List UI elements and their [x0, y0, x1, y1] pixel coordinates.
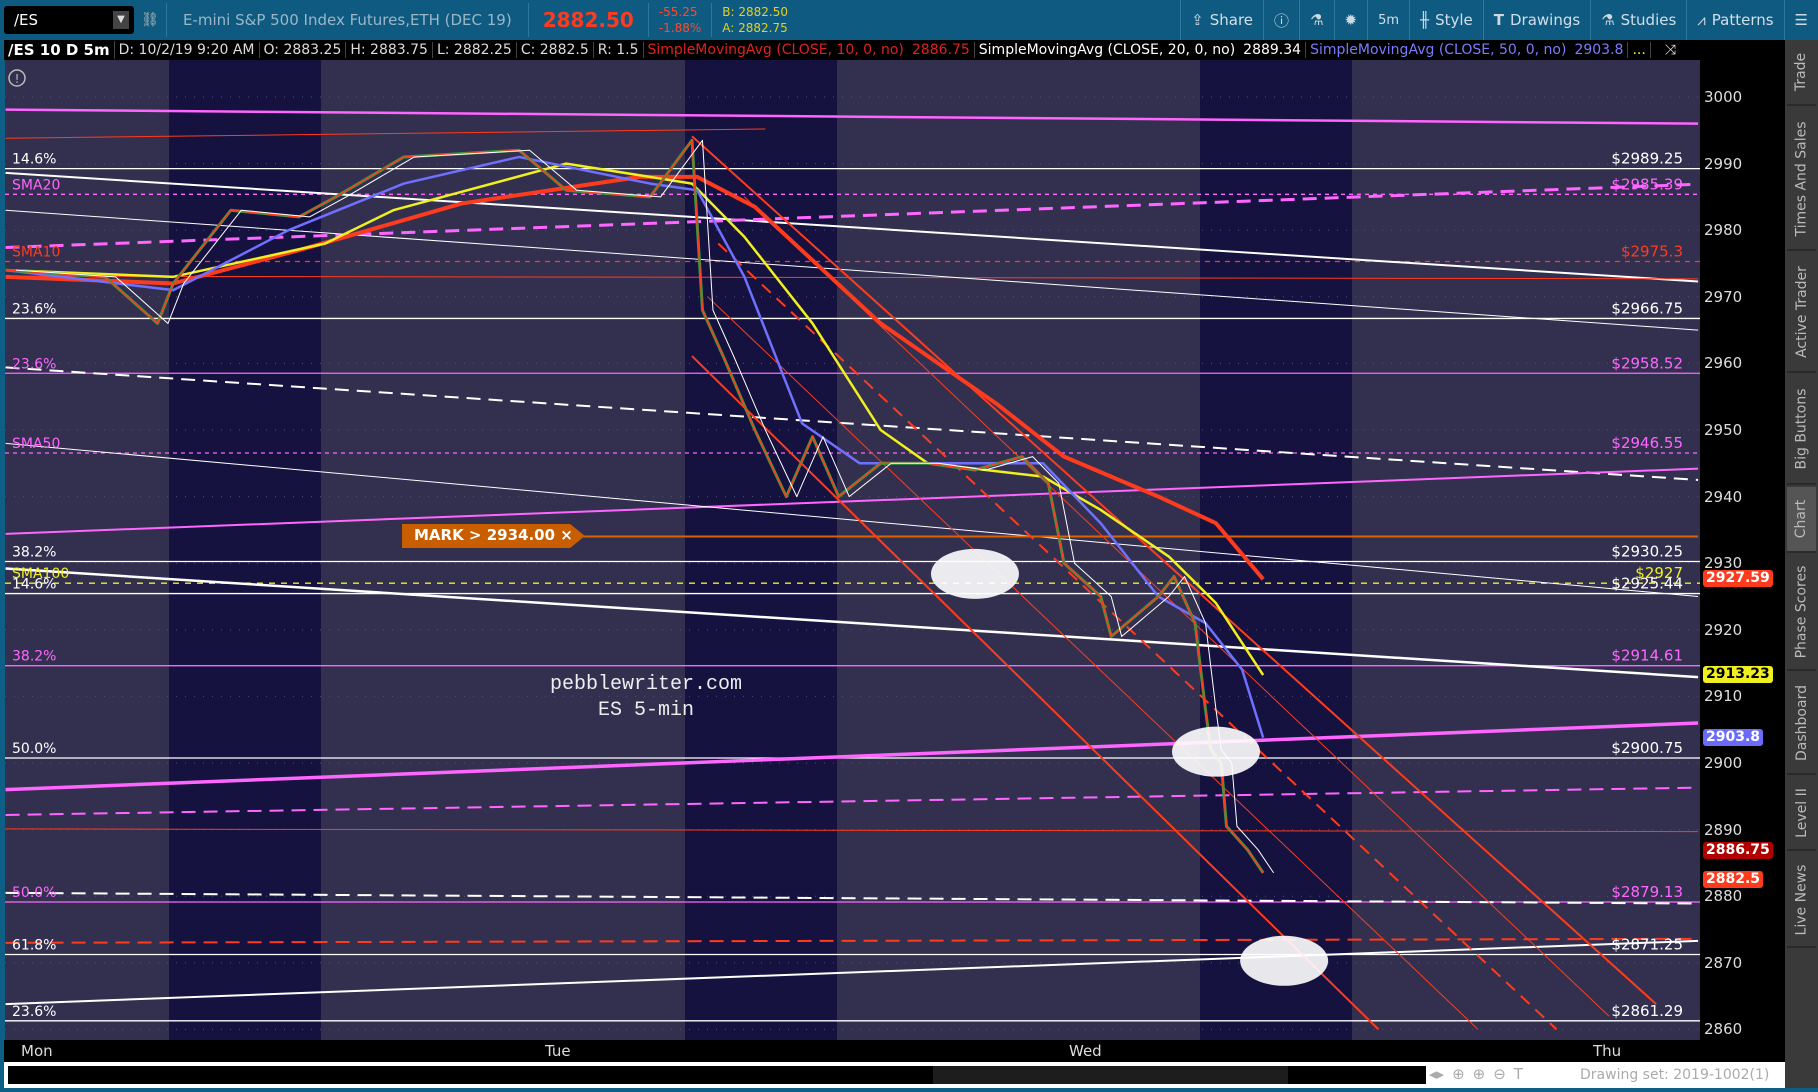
price-tick-label: 2900: [1704, 754, 1743, 772]
price-tick-label: 2940: [1704, 487, 1743, 506]
price-level-label: $2975.3: [1621, 243, 1683, 261]
time-tick-label: Wed: [1069, 1042, 1102, 1060]
watermark-subtitle: ES 5-min: [598, 699, 695, 722]
price-tick-label: 2970: [1704, 287, 1743, 306]
time-tick-label: Mon: [21, 1042, 53, 1060]
price-tick-label: 2870: [1704, 953, 1743, 972]
horizontal-scrollbar[interactable]: [8, 1066, 1426, 1084]
price-axis[interactable]: 3000 2990 2980 2970 2960 2950 2940 2930 2920 2910…: [1700, 60, 1785, 1040]
price-level-label: $2958.52: [1611, 354, 1683, 372]
price-tick-label: 2910: [1704, 687, 1743, 706]
fib-level-label: SMA10: [12, 245, 60, 261]
price-level-label: $2925.44: [1611, 575, 1683, 593]
fib-level-label: SMA20: [12, 177, 60, 193]
price-tick-label: 2990: [1704, 154, 1743, 173]
drawing-set-selector[interactable]: Drawing set: 2019-1002(1): [1580, 1067, 1769, 1083]
night-session-band: [1200, 60, 1352, 1040]
sidebar-tab-label: Level II: [1793, 788, 1810, 838]
sidebar-tab-dashboard[interactable]: Dashboard: [1787, 673, 1816, 775]
highlight-ellipse: [930, 548, 1019, 599]
price-badge: 2886.75: [1703, 842, 1773, 860]
sidebar-tab-trade[interactable]: Trade: [1787, 40, 1816, 106]
fib-level-label: 61.8%: [12, 937, 56, 953]
highlight-ellipse: [1240, 935, 1329, 986]
price-badge: 2913.23: [1703, 665, 1773, 683]
fib-level-label: 50.0%: [12, 741, 56, 757]
price-level-label: $2879.13: [1611, 883, 1683, 901]
sidebar-tab-level-ii[interactable]: Level II: [1787, 777, 1816, 851]
fib-level-label: 23.6%: [12, 356, 56, 372]
trend-line: [717, 242, 1558, 1031]
sidebar-tab-label: Trade: [1793, 52, 1810, 92]
fib-level-label: 50.0%: [12, 885, 56, 901]
price-level-label: $2989.25: [1611, 150, 1683, 168]
night-session-band: [169, 60, 321, 1040]
mark-price-label[interactable]: MARK > 2934.00 ×: [402, 524, 585, 548]
price-tick-label: 2880: [1704, 887, 1743, 906]
price-level-label: $2871.25: [1611, 935, 1683, 953]
price-level-label: $2966.75: [1611, 299, 1683, 317]
price-tick-label: 2920: [1704, 620, 1743, 639]
price-level-label: $2914.61: [1611, 647, 1683, 665]
zoom-out-icon[interactable]: ⊖: [1493, 1065, 1506, 1083]
price-tick-label: 2980: [1704, 221, 1743, 240]
price-badge: 2927.59: [1703, 570, 1773, 588]
price-chart[interactable]: $2989.25 14.6% $2985.39 SMA20 $2975.3 SMA10 $2…: [0, 0, 1818, 1092]
fib-level-label: 14.6%: [12, 152, 56, 168]
price-tick-label: 2950: [1704, 421, 1743, 439]
sidebar-tab-label: Dashboard: [1793, 685, 1810, 761]
price-badge: 2903.8: [1703, 728, 1764, 746]
pan-icon[interactable]: ◂▸: [1429, 1065, 1444, 1083]
sidebar-tab-big-buttons[interactable]: Big Buttons: [1787, 375, 1816, 485]
time-tick-label: Tue: [545, 1042, 571, 1060]
price-level-label: $2946.55: [1611, 434, 1683, 452]
text-tool-icon[interactable]: T: [1514, 1065, 1523, 1083]
trend-line: [5, 128, 766, 139]
watermark-site: pebblewriter.com: [550, 673, 743, 696]
price-level-label: $2861.29: [1611, 1002, 1683, 1020]
price-level-label: $2985.39: [1611, 175, 1683, 193]
sidebar-tab-active-trader[interactable]: Active Trader: [1787, 253, 1816, 373]
fib-level-label: 14.6%: [12, 577, 56, 593]
sidebar-tab-phase-scores[interactable]: Phase Scores: [1787, 555, 1816, 671]
crosshair-icon[interactable]: ⊕: [1452, 1065, 1465, 1083]
price-level-label: $2930.25: [1611, 543, 1683, 561]
price-tick-label: 2960: [1704, 354, 1743, 373]
sidebar-tab-label: Phase Scores: [1793, 565, 1810, 659]
sidebar-tab-label: Times And Sales: [1793, 120, 1810, 237]
watermark: pebblewriter.com ES 5-min: [550, 672, 742, 724]
fib-level-label: 23.6%: [12, 301, 56, 317]
scrollbar-thumb[interactable]: [933, 1066, 1288, 1084]
highlight-ellipse: [1172, 726, 1260, 777]
price-badge: 2882.5: [1703, 870, 1764, 888]
time-axis: Mon Tue Wed Thu: [4, 1040, 1785, 1062]
fib-level-label: 38.2%: [12, 545, 56, 561]
price-level-label: $2900.75: [1611, 739, 1683, 757]
zoom-in-icon[interactable]: ⊕: [1473, 1065, 1486, 1083]
chart-tools: ◂▸ ⊕ ⊕ ⊖ T: [1429, 1065, 1523, 1083]
sidebar-tab-label: Big Buttons: [1793, 388, 1810, 470]
price-tick-label: 2890: [1704, 820, 1743, 839]
sidebar-tab-live-news[interactable]: Live News: [1787, 853, 1816, 948]
fib-level-label: 38.2%: [12, 649, 56, 665]
time-tick-label: Thu: [1593, 1042, 1622, 1060]
sidebar-tab-times-and-sales[interactable]: Times And Sales: [1787, 108, 1816, 251]
sidebar-tab-label: Live News: [1793, 864, 1810, 935]
night-session-band: [685, 60, 837, 1040]
sidebar-tab-label: Chart: [1793, 499, 1810, 539]
fib-level-label: 23.6%: [12, 1004, 56, 1020]
scroll-row: ◂▸ ⊕ ⊕ ⊖ T Drawing set: 2019-1002(1): [4, 1062, 1785, 1088]
sidebar-tab-chart[interactable]: Chart: [1787, 487, 1816, 553]
right-sidebar: Trade Times And Sales Active Trader Big But…: [1785, 40, 1818, 1088]
price-tick-label: 2860: [1704, 1020, 1743, 1039]
alert-icon-mark: !: [15, 72, 20, 86]
sidebar-tab-label: Active Trader: [1793, 266, 1810, 358]
price-tick-label: 3000: [1704, 88, 1743, 106]
fib-level-label: SMA50: [12, 436, 60, 452]
